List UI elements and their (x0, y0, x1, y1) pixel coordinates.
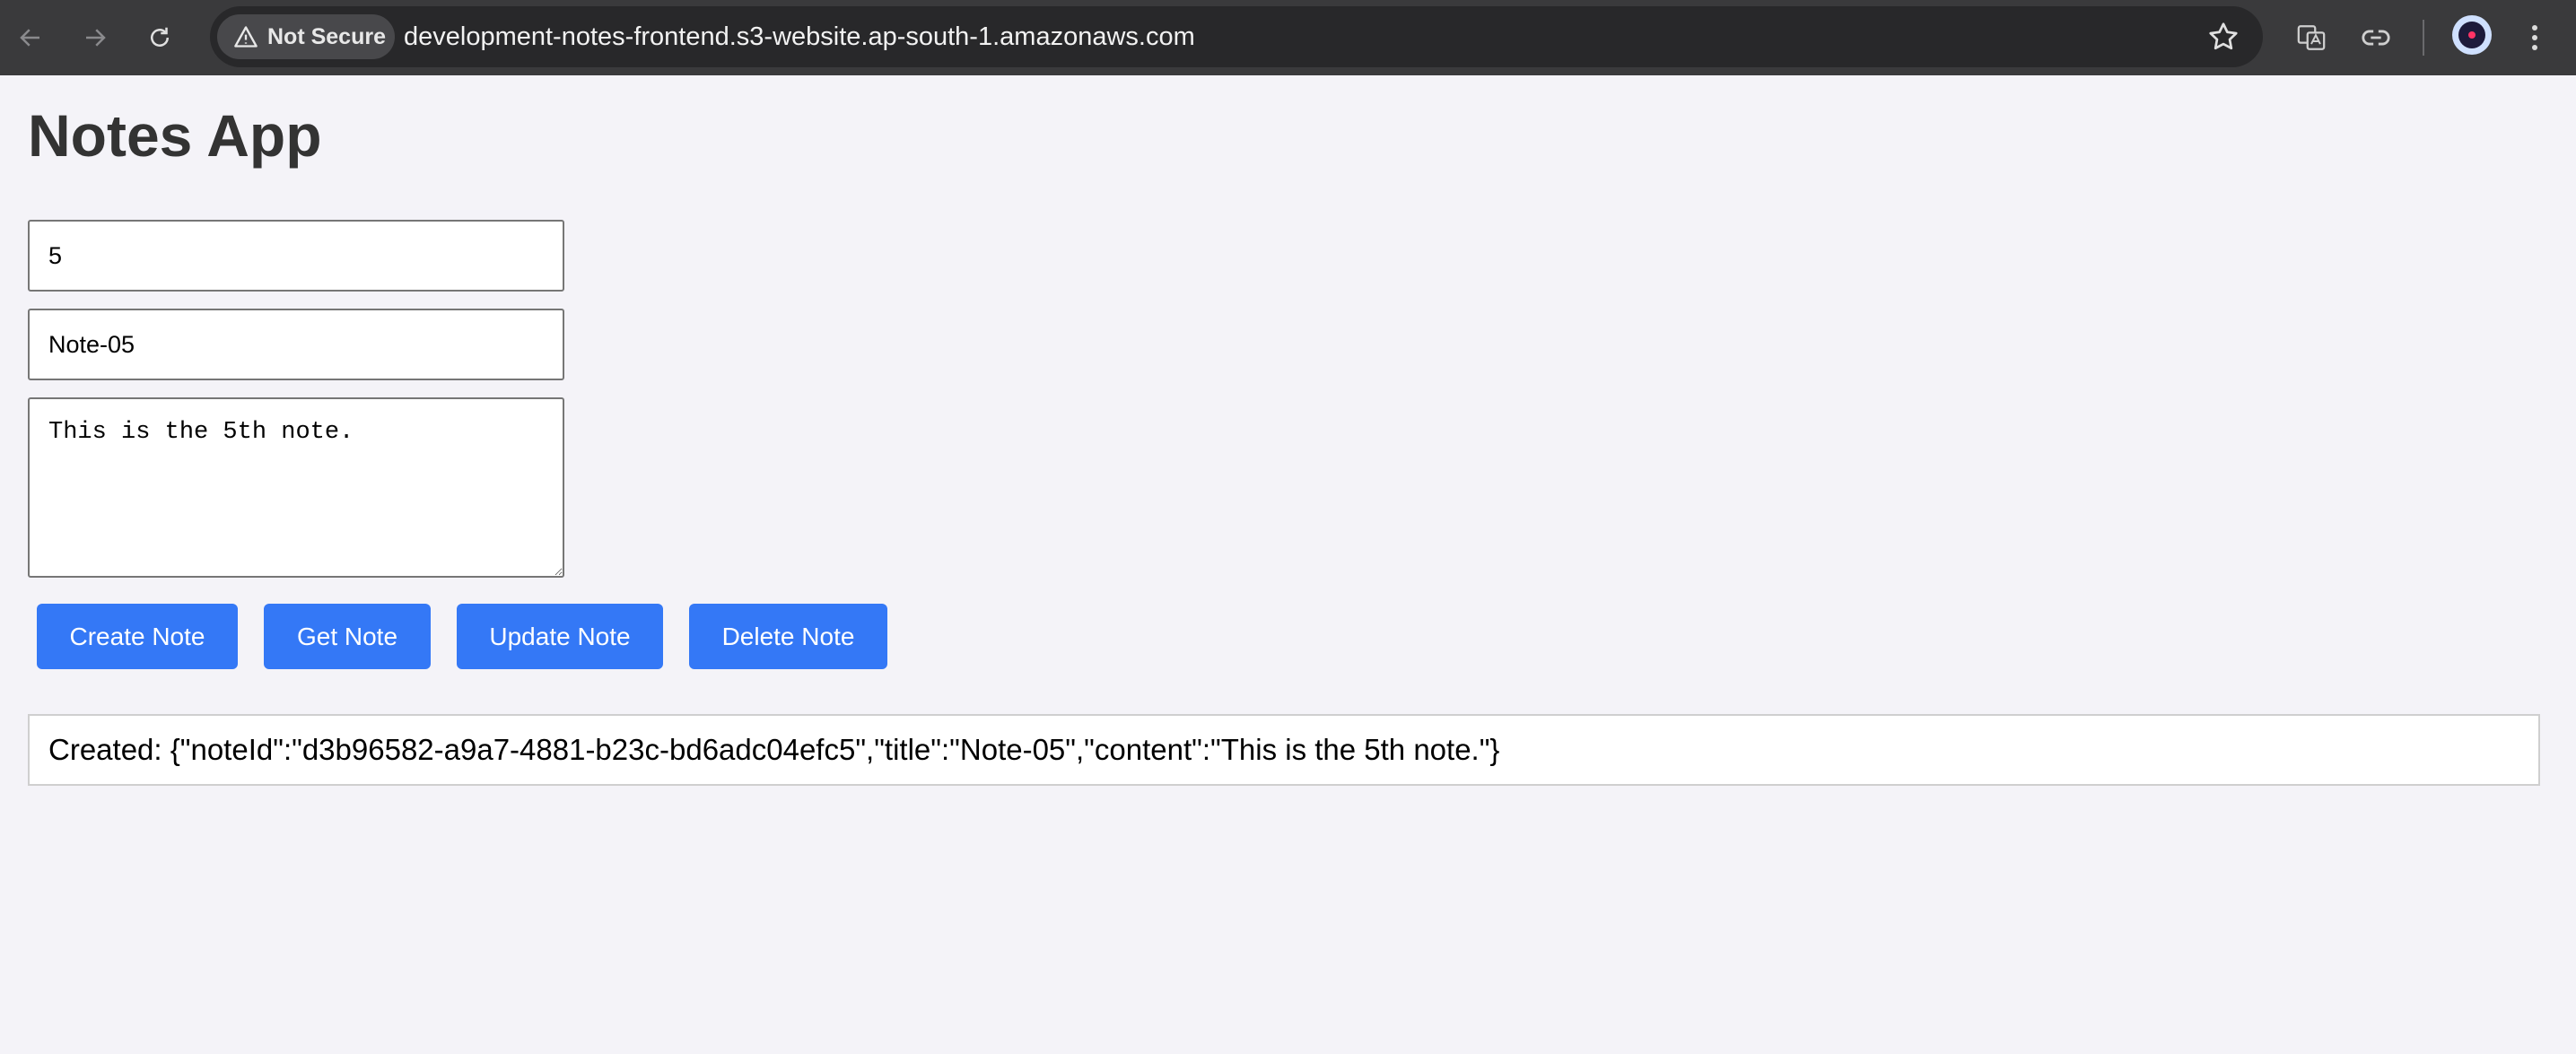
browser-toolbar: Not Secure development-notes-frontend.s3… (0, 0, 2576, 75)
result-output: Created: {"noteId":"d3b96582-a9a7-4881-b… (28, 714, 2540, 786)
forward-button[interactable] (74, 16, 117, 59)
address-bar[interactable]: Not Secure development-notes-frontend.s3… (210, 6, 2263, 67)
translate-button[interactable] (2290, 16, 2333, 59)
note-id-input[interactable] (28, 220, 564, 292)
avatar-dot (2468, 31, 2476, 39)
security-indicator[interactable]: Not Secure (217, 14, 395, 59)
update-note-button[interactable]: Update Note (457, 604, 663, 669)
more-menu-icon[interactable] (2521, 16, 2548, 59)
bookmark-star-icon[interactable] (2207, 21, 2240, 53)
reload-button[interactable] (138, 16, 181, 59)
page-title: Notes App (28, 102, 322, 169)
reload-icon (151, 27, 169, 47)
back-button[interactable] (9, 16, 52, 59)
avatar-image (2458, 22, 2485, 48)
note-content-textarea[interactable]: This is the 5th note. (28, 397, 564, 578)
get-note-button[interactable]: Get Note (264, 604, 431, 669)
link-icon (2362, 30, 2390, 46)
delete-note-button[interactable]: Delete Note (689, 604, 887, 669)
forward-icon (86, 29, 106, 47)
security-label: Not Secure (267, 23, 386, 49)
note-title-input[interactable] (28, 309, 564, 380)
profile-avatar[interactable] (2452, 15, 2492, 55)
translate-icon (2297, 25, 2326, 50)
warning-icon (234, 26, 258, 48)
toolbar-divider (2423, 20, 2424, 56)
url-text[interactable]: development-notes-frontend.s3-website.ap… (404, 6, 1195, 67)
create-note-button[interactable]: Create Note (37, 604, 238, 669)
copy-link-button[interactable] (2354, 16, 2397, 59)
back-icon (20, 29, 39, 47)
